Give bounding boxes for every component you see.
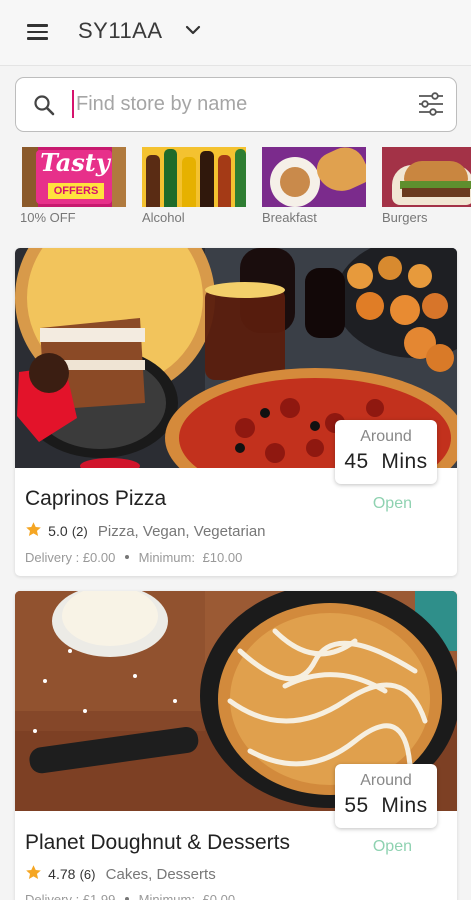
minimum-label: Minimum: xyxy=(138,550,195,565)
filter-sliders-icon[interactable] xyxy=(417,91,445,117)
offers-banner-text: Tasty xyxy=(40,148,110,177)
top-bar: SY11AA xyxy=(0,0,471,66)
eta-badge: Around 45 Mins xyxy=(335,420,437,484)
store-meta: 5.0 (2) Pizza, Vegan, Vegetarian xyxy=(25,521,266,540)
category-alcohol[interactable]: Alcohol xyxy=(142,147,248,225)
delivery-fee: £1.99 xyxy=(82,892,116,900)
rating-count: (2) xyxy=(71,524,88,539)
category-carousel[interactable]: Tasty OFFERS 10% OFF Alcohol Breakfast B… xyxy=(0,147,471,229)
rating-value: 5.0 xyxy=(48,523,68,539)
eta-prefix: Around xyxy=(360,772,412,789)
hamburger-menu-icon[interactable] xyxy=(26,22,50,42)
store-meta: 4.78 (6) Cakes, Desserts xyxy=(25,864,216,883)
category-label: 10% OFF xyxy=(20,210,76,225)
delivery-fee: £0.00 xyxy=(82,550,116,565)
delivery-info: Delivery : £1.99 Minimum: £0.00 xyxy=(25,892,235,900)
eta-value: 55 Mins xyxy=(344,794,428,817)
category-offers[interactable]: Tasty OFFERS 10% OFF xyxy=(20,147,128,225)
category-label: Alcohol xyxy=(142,210,185,225)
postcode-selector[interactable]: SY11AA xyxy=(78,18,163,44)
eta-prefix: Around xyxy=(360,428,412,445)
category-label: Breakfast xyxy=(262,210,317,225)
category-alcohol-image xyxy=(142,147,246,207)
category-offers-image: Tasty OFFERS xyxy=(22,147,126,207)
search-bar xyxy=(15,77,457,132)
cuisine-tags: Pizza, Vegan, Vegetarian xyxy=(97,523,266,540)
offers-banner-subtext: OFFERS xyxy=(48,183,104,199)
eta-value: 45 Mins xyxy=(344,450,428,473)
minimum-order: £10.00 xyxy=(202,550,243,565)
category-burgers[interactable]: Burgers xyxy=(382,147,471,225)
search-input[interactable] xyxy=(76,88,406,120)
eta-badge: Around 55 Mins xyxy=(335,764,437,828)
delivery-label: Delivery : xyxy=(25,892,80,900)
delivery-info: Delivery : £0.00 Minimum: £10.00 xyxy=(25,550,242,565)
store-card[interactable]: Around 55 Mins Planet Doughnut & Dessert… xyxy=(15,591,457,900)
minimum-label: Minimum: xyxy=(138,892,195,900)
open-status: Open xyxy=(372,495,412,512)
delivery-label: Delivery : xyxy=(25,550,80,565)
rating-count: (6) xyxy=(79,867,96,882)
separator-dot xyxy=(124,555,129,559)
category-breakfast-image xyxy=(262,147,366,207)
star-icon xyxy=(26,522,41,536)
rating-value: 4.78 xyxy=(48,866,76,882)
store-name[interactable]: Caprinos Pizza xyxy=(25,487,166,511)
category-label: Burgers xyxy=(382,210,428,225)
minimum-order: £0.00 xyxy=(202,892,236,900)
store-card[interactable]: Around 45 Mins Caprinos Pizza Open 5.0 (… xyxy=(15,248,457,576)
search-icon xyxy=(34,95,55,116)
cuisine-tags: Cakes, Desserts xyxy=(105,866,216,883)
store-name[interactable]: Planet Doughnut & Desserts xyxy=(25,831,290,855)
chevron-down-icon[interactable] xyxy=(184,23,202,37)
open-status: Open xyxy=(372,838,412,855)
star-icon xyxy=(26,865,41,879)
text-cursor xyxy=(72,90,74,118)
category-breakfast[interactable]: Breakfast xyxy=(262,147,368,225)
category-burgers-image xyxy=(382,147,471,207)
